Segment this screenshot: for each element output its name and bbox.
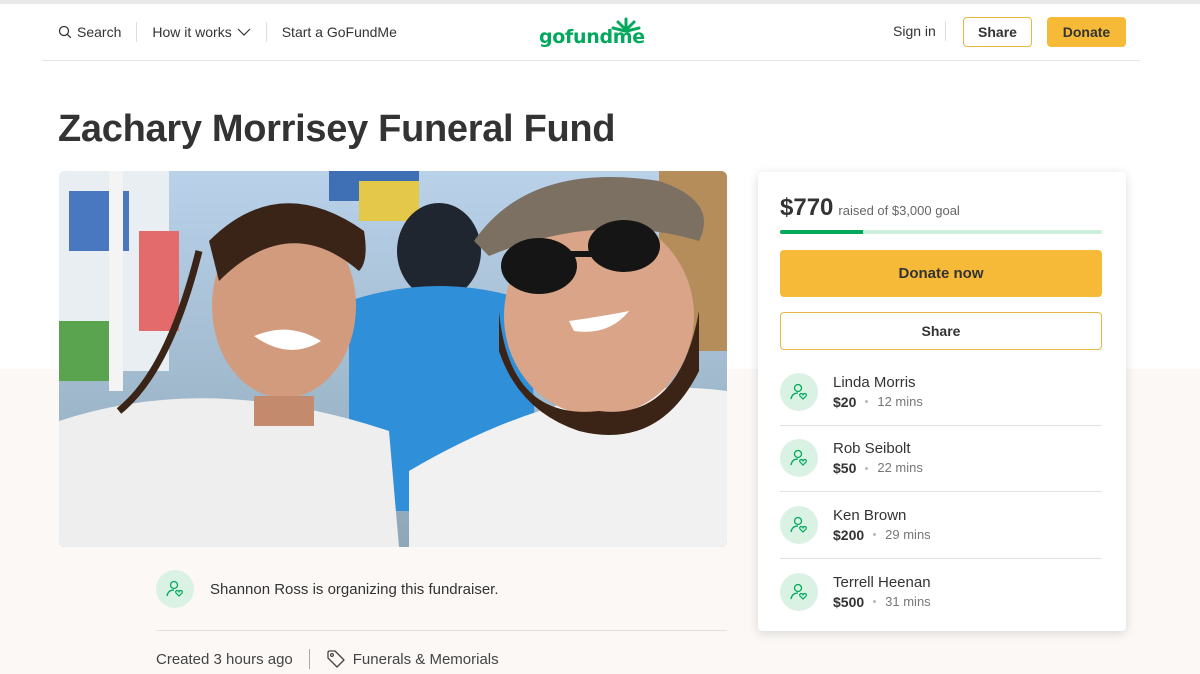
donation-time: 29 mins [885,526,931,542]
user-heart-icon [790,450,807,467]
nav-divider [136,22,138,42]
donation-amount: $50 [833,460,857,477]
share-card-button[interactable]: Share [780,312,1102,350]
search-label: Search [77,24,122,40]
donation-time: 22 mins [877,460,923,476]
separator-dot [865,466,869,470]
donor-avatar [780,439,818,478]
campaign-title: Zachary Morrisey Funeral Fund [58,108,616,150]
donor-avatar [780,372,818,411]
chevron-down-icon [237,28,251,36]
search-icon [58,25,72,39]
donor-name: Linda Morris [833,373,916,391]
nav-divider [265,22,267,42]
donation-time: 12 mins [877,393,923,409]
header-nav: Search How it works Start a GoFundMe [58,4,397,60]
progress-fill [780,230,863,234]
content-divider [156,630,727,631]
donate-now-button[interactable]: Donate now [780,250,1102,297]
donor-name: Ken Brown [833,506,907,524]
organizer-avatar [156,570,194,608]
how-it-works-label: How it works [152,24,232,40]
donation-card: $770 raised of $3,000 goal Donate now Sh… [758,172,1126,631]
donor-avatar [780,572,818,611]
donation-item: Terrell Heenan $500 31 mins [780,559,1102,626]
campaign-photo-image [59,171,727,547]
donor-name: Rob Seibolt [833,440,911,458]
meta-divider [308,649,310,669]
user-heart-icon [166,580,183,597]
user-heart-icon [790,583,807,600]
user-heart-icon [790,383,807,400]
separator-dot [873,533,877,537]
donation-amount: $20 [833,393,857,410]
tag-icon [327,650,345,668]
how-it-works-menu[interactable]: How it works [152,24,251,40]
organizer-row: Shannon Ross is organizing this fundrais… [156,570,499,608]
organizer-text: Shannon Ross is organizing this fundrais… [210,580,499,598]
donation-time: 31 mins [885,593,931,609]
raised-amount: $770 [780,194,834,221]
gofundme-logo[interactable]: gofundme [539,16,645,50]
progress-bar [780,230,1102,234]
search-link[interactable]: Search [58,24,121,40]
share-button[interactable]: Share [963,17,1032,47]
user-heart-icon [790,516,807,533]
donor-name: Terrell Heenan [833,573,931,591]
header-divider [945,21,946,41]
separator-dot [865,400,869,404]
donation-item: Ken Brown $200 29 mins [780,492,1102,559]
category-link[interactable]: Funerals & Memorials [326,649,499,669]
start-gofundme-label: Start a GoFundMe [281,24,397,40]
raised-goal: raised of $3,000 goal [838,203,960,218]
donor-avatar [780,505,818,544]
donation-item: Rob Seibolt $50 22 mins [780,426,1102,492]
donation-amount: $500 [833,593,865,610]
campaign-meta: Created 3 hours ago Funerals & Memorials [156,649,499,669]
site-header: Search How it works Start a GoFundMe gof… [42,4,1140,61]
donate-button[interactable]: Donate [1047,17,1126,47]
sign-in-link[interactable]: Sign in [893,23,936,39]
donation-item: Linda Morris $20 12 mins [780,359,1102,426]
separator-dot [873,600,877,604]
recent-donations-list: Linda Morris $20 12 mins Rob Seibolt $50… [780,359,1102,625]
start-gofundme-link[interactable]: Start a GoFundMe [282,24,397,40]
category-label: Funerals & Memorials [352,650,499,668]
sprout-icon [611,17,641,33]
raised-summary: $770 raised of $3,000 goal [780,194,960,222]
campaign-photo[interactable] [59,171,727,547]
created-time: Created 3 hours ago [156,650,293,668]
donation-amount: $200 [833,526,865,543]
